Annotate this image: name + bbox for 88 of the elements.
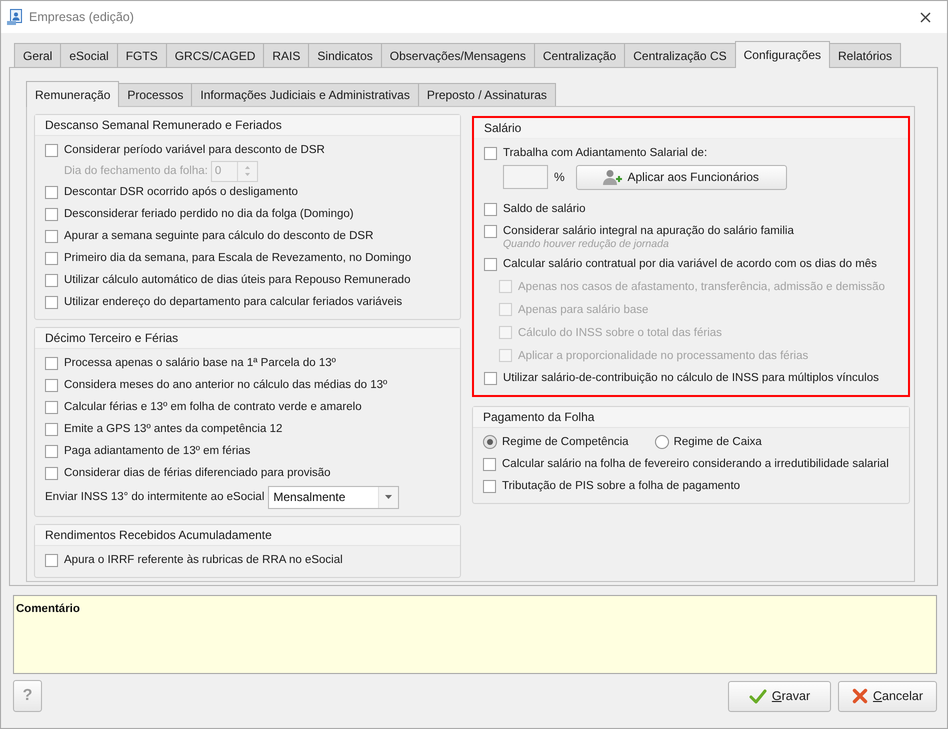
checkbox-label: Utilizar cálculo automático de dias úteis para Repouso Remunerado	[64, 274, 410, 286]
checkbox-label: Descontar DSR ocorrido após o desligamento	[64, 186, 298, 198]
checkbox-label: Considerar dias de férias diferenciado para provisão	[64, 467, 331, 479]
comment-field[interactable]: Comentário	[13, 595, 937, 674]
caret-icon[interactable]	[385, 495, 392, 499]
field-label: Enviar INSS 13° do intermitente ao eSocial	[45, 491, 264, 503]
checkbox[interactable]	[45, 444, 58, 458]
checkbox-label: Considerar salário integral na apuração do salário familia	[503, 225, 794, 237]
checkbox[interactable]	[45, 400, 58, 414]
checkbox[interactable]	[45, 186, 58, 198]
tab[interactable]: RAIS	[263, 43, 310, 67]
checkbox-label: Desconsiderar feriado perdido no dia da folga (Domingo)	[64, 208, 354, 220]
window-title: Empresas (edição)	[29, 10, 135, 24]
check-icon	[748, 688, 767, 704]
comment-label: Comentário	[16, 603, 80, 615]
subtab[interactable]: Informações Judiciais e Administrativas	[191, 83, 419, 106]
checkbox-label: Apenas nos casos de afastamento, transferência, admissão e demissão	[518, 280, 885, 292]
subtab[interactable]: Preposto / Assinaturas	[418, 83, 556, 106]
unit-label: %	[554, 170, 565, 184]
checkbox[interactable]	[45, 422, 58, 436]
group-header: Descanso Semanal Remunerado e Feriados	[35, 115, 460, 136]
tab[interactable]: FGTS	[116, 43, 167, 67]
checkbox-label: Utilizar endereço do departamento para calcular feriados variáveis	[64, 296, 402, 308]
radio-button[interactable]	[483, 435, 497, 449]
checkbox-label: Calcular salário contratual por dia variável de acordo com os dias do mês	[503, 258, 877, 270]
checkbox-label: Utilizar salário-de-contribuição no cálculo de INSS para múltiplos vínculos	[503, 372, 879, 384]
checkbox[interactable]	[484, 258, 497, 270]
checkbox[interactable]	[484, 202, 497, 216]
tab[interactable]: Relatórios	[829, 43, 902, 67]
tab[interactable]: Sindicatos	[308, 43, 382, 67]
checkbox-label: Considera meses do ano anterior no cálculo das médias do 13º	[64, 379, 388, 391]
hint-text: Quando houver redução de jornada	[502, 238, 670, 251]
cross-icon	[852, 688, 868, 704]
app-icon	[7, 9, 23, 25]
checkbox[interactable]	[45, 144, 58, 156]
apply-button[interactable]: Aplicar aos Funcionários	[576, 164, 787, 190]
tab[interactable]: Geral	[14, 43, 62, 67]
checkbox-label: Emite a GPS 13º antes da competência 12	[64, 423, 282, 435]
field-label: Dia do fechamento da folha:	[64, 165, 208, 177]
subtab[interactable]: Processos	[118, 83, 192, 106]
checkbox[interactable]	[45, 274, 58, 286]
checkbox-label: Trabalha com Adiantamento Salarial de:	[503, 147, 708, 159]
tab[interactable]: Centralização CS	[624, 43, 736, 67]
checkbox-label: Apura o IRRF referente às rubricas de RRA no eSocial	[64, 554, 343, 566]
checkbox-label: Paga adiantamento de 13º em férias	[64, 445, 250, 457]
close-icon[interactable]	[920, 12, 931, 22]
checkbox-label: Processa apenas o salário base na 1ª Parcela do 13º	[64, 357, 336, 369]
tab[interactable]: GRCS/CAGED	[166, 43, 264, 67]
checkbox[interactable]	[483, 458, 496, 470]
checkbox[interactable]	[45, 208, 58, 220]
checkbox[interactable]	[45, 554, 58, 566]
checkbox[interactable]	[45, 378, 58, 392]
checkbox-label: Saldo de salário	[503, 203, 586, 215]
checkbox[interactable]	[45, 296, 58, 308]
checkbox-label: Calcular férias e 13º em folha de contrato verde e amarelo	[64, 401, 362, 413]
group-header: Pagamento da Folha	[473, 407, 909, 428]
group-header: Rendimentos Recebidos Acumuladamente	[35, 525, 460, 546]
tab[interactable]: Observações/Mensagens	[380, 43, 535, 67]
checkbox-label: Primeiro dia da semana, para Escala de Revezamento, no Domingo	[64, 252, 412, 264]
user-plus-icon	[603, 169, 622, 185]
checkbox-label: Aplicar a proporcionalidade no processamento das férias	[518, 350, 808, 362]
dropdown[interactable]: Mensalmente	[268, 486, 400, 508]
checkbox-label: Calcular salário na folha de fevereiro considerando a irredutibilidade salarial	[502, 458, 889, 470]
group-header: Décimo Terceiro e Férias	[35, 328, 460, 349]
checkbox[interactable]	[484, 224, 497, 238]
cancel-button[interactable]: Cancelar	[838, 680, 937, 712]
radio-button[interactable]	[654, 435, 669, 449]
checkbox-label: Considerar período variável para desconto de DSR	[64, 144, 325, 156]
checkbox[interactable]	[484, 372, 497, 384]
checkbox[interactable]	[45, 252, 58, 264]
save-button[interactable]: Gravar	[728, 680, 831, 712]
group-header: Salário	[474, 118, 908, 139]
checkbox[interactable]	[45, 356, 58, 370]
tab[interactable]: Configurações	[734, 41, 830, 68]
percent-field[interactable]	[503, 165, 548, 189]
checkbox-label: Cálculo do INSS sobre o total das férias	[518, 326, 722, 338]
checkbox-label: Tributação de PIS sobre a folha de pagamento	[502, 480, 740, 492]
tab[interactable]: eSocial	[60, 43, 118, 67]
tab[interactable]: Centralização	[534, 43, 626, 67]
radio-label: Regime de Caixa	[674, 436, 762, 448]
checkbox[interactable]	[45, 466, 58, 480]
checkbox[interactable]	[45, 230, 58, 242]
radio-label: Regime de Competência	[502, 436, 629, 448]
checkbox-label: Apurar a semana seguinte para cálculo do desconto de DSR	[64, 230, 374, 242]
checkbox-label: Apenas para salário base	[518, 304, 648, 316]
checkbox[interactable]	[484, 146, 497, 160]
checkbox[interactable]	[483, 480, 496, 492]
subtab[interactable]: Remuneração	[26, 81, 120, 107]
